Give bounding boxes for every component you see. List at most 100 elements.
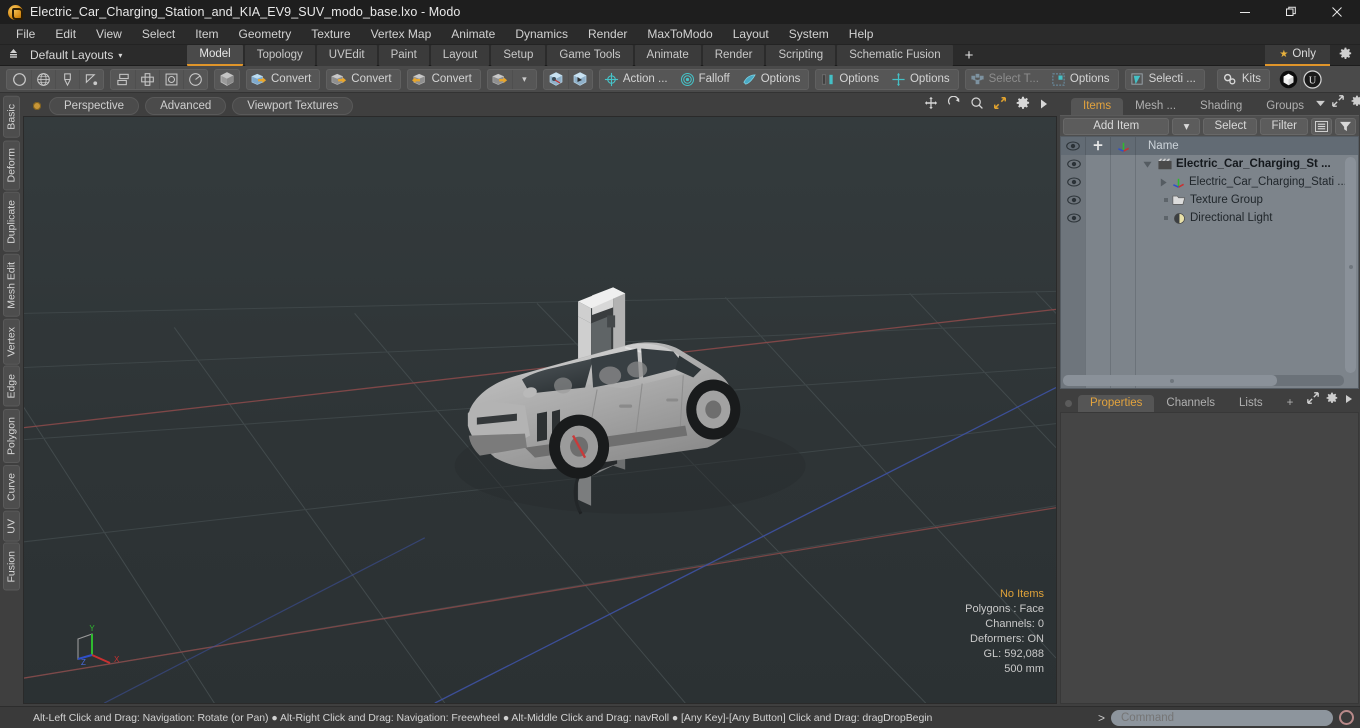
row-lock-cell[interactable]: [1086, 173, 1111, 191]
cube-tool-icon[interactable]: [215, 70, 239, 89]
row-transform-cell[interactable]: [1111, 173, 1136, 191]
menu-item-vertex-map[interactable]: Vertex Map: [361, 24, 442, 45]
layout-preset-icon[interactable]: [0, 47, 26, 63]
left-tool-tab-duplicate[interactable]: Duplicate: [3, 192, 20, 252]
menu-item-system[interactable]: System: [779, 24, 839, 45]
lock-column-icon[interactable]: [1086, 136, 1111, 156]
layout-tab-animate[interactable]: Animate: [634, 44, 701, 66]
menu-item-dynamics[interactable]: Dynamics: [505, 24, 578, 45]
filter-button[interactable]: Filter: [1260, 117, 1308, 135]
list-options-icon[interactable]: [1311, 117, 1332, 135]
visibility-column-icon[interactable]: [1061, 136, 1086, 156]
menu-item-item[interactable]: Item: [185, 24, 228, 45]
curve-tool-icon[interactable]: [79, 69, 103, 89]
left-tool-tab-edge[interactable]: Edge: [3, 366, 20, 407]
menu-item-layout[interactable]: Layout: [723, 24, 779, 45]
properties-more-icon[interactable]: [1345, 391, 1353, 409]
properties-panel-tab-channels[interactable]: Channels: [1154, 395, 1227, 412]
rotate-icon[interactable]: [947, 95, 961, 115]
bound-tool-icon[interactable]: [159, 69, 183, 89]
layout-tab-setup[interactable]: Setup: [491, 44, 546, 66]
selection-set-group[interactable]: Selecti ...: [1124, 68, 1205, 90]
unreal-export-button[interactable]: U: [1300, 69, 1324, 89]
kits-button[interactable]: Kits: [1218, 70, 1269, 89]
convert-button-3[interactable]: Convert: [408, 70, 480, 89]
left-tool-tab-mesh-edit[interactable]: Mesh Edit: [3, 253, 20, 317]
row-transform-cell[interactable]: [1111, 191, 1136, 209]
select-button[interactable]: Select: [1203, 117, 1258, 135]
items-panel-tab-mesh-[interactable]: Mesh ...: [1123, 98, 1188, 115]
layout-tab-model[interactable]: Model: [187, 44, 243, 66]
selection-set-button[interactable]: Selecti ...: [1126, 70, 1204, 89]
selection-options-button[interactable]: Options: [1047, 70, 1118, 89]
menu-item-geometry[interactable]: Geometry: [229, 24, 302, 45]
items-panel-tab-items[interactable]: Items: [1071, 98, 1124, 115]
menu-item-maxtomodo[interactable]: MaxToModo: [637, 24, 722, 45]
properties-panel-tab-properties[interactable]: Properties: [1078, 395, 1155, 412]
menu-item-render[interactable]: Render: [578, 24, 637, 45]
layout-tab-layout[interactable]: Layout: [430, 44, 490, 66]
row-transform-cell[interactable]: [1111, 155, 1136, 173]
row-visibility-icon[interactable]: [1061, 155, 1086, 173]
add-item-dropdown[interactable]: ▾: [1172, 117, 1201, 135]
items-list-row[interactable]: Directional Light: [1136, 209, 1358, 227]
menu-item-animate[interactable]: Animate: [441, 24, 505, 45]
unity-export-button[interactable]: [1276, 70, 1300, 89]
action-center-button[interactable]: Action ...: [600, 70, 676, 89]
center-tool-icon[interactable]: [135, 69, 159, 89]
kits-group[interactable]: Kits: [1216, 68, 1271, 90]
convert-button-2[interactable]: Convert: [327, 70, 399, 89]
row-lock-cell[interactable]: [1086, 155, 1111, 173]
transform-column-icon[interactable]: [1111, 136, 1136, 156]
align-tool-icon[interactable]: [111, 70, 135, 89]
sphere-tool-icon[interactable]: [7, 70, 31, 89]
add-item-button[interactable]: Add Item: [1063, 117, 1170, 135]
convert-dropdown-caret[interactable]: ▾: [511, 69, 536, 89]
left-tool-tab-fusion[interactable]: Fusion: [3, 543, 20, 591]
snap-a-button[interactable]: [544, 70, 568, 89]
properties-settings-icon[interactable]: [1326, 391, 1338, 409]
symmetry-options-button[interactable]: Options: [816, 70, 887, 89]
settings-gear-icon[interactable]: [1330, 47, 1360, 63]
properties-panel-tab-+[interactable]: +: [1275, 395, 1306, 412]
menu-item-file[interactable]: File: [6, 24, 45, 45]
row-lock-cell[interactable]: [1086, 209, 1111, 227]
minimize-button[interactable]: [1222, 0, 1268, 24]
pan-icon[interactable]: [924, 96, 938, 115]
items-panel-tab-groups[interactable]: Groups: [1254, 98, 1316, 115]
row-visibility-icon[interactable]: [1061, 191, 1086, 209]
maximize-button[interactable]: [1268, 0, 1314, 24]
panel-settings-icon[interactable]: [1351, 94, 1360, 112]
globe-tool-icon[interactable]: [31, 69, 55, 89]
left-tool-tab-deform[interactable]: Deform: [3, 139, 20, 191]
layout-preset-caret[interactable]: ▾: [113, 51, 122, 60]
tree-collapse-arrow-icon[interactable]: [1136, 160, 1158, 169]
viewport-textures-button[interactable]: Viewport Textures: [232, 96, 354, 115]
layout-tab-topology[interactable]: Topology: [244, 44, 315, 66]
tree-expand-arrow-icon[interactable]: [1136, 177, 1172, 187]
properties-content-area[interactable]: [1060, 412, 1359, 704]
left-tool-tab-basic[interactable]: Basic: [3, 96, 20, 138]
left-tool-tab-curve[interactable]: Curve: [3, 464, 20, 509]
menu-item-view[interactable]: View: [86, 24, 132, 45]
menu-item-select[interactable]: Select: [132, 24, 185, 45]
viewport-more-icon[interactable]: [1039, 97, 1049, 115]
funnel-icon[interactable]: [1335, 117, 1356, 135]
add-layout-tab-button[interactable]: +: [955, 45, 984, 66]
menu-item-edit[interactable]: Edit: [45, 24, 86, 45]
record-icon[interactable]: [1339, 710, 1354, 725]
layout-tab-scripting[interactable]: Scripting: [766, 44, 836, 66]
convert-group-2[interactable]: Convert: [326, 68, 401, 90]
items-list[interactable]: Electric_Car_Charging_St ... Electric_Car…: [1060, 155, 1359, 389]
layout-tab-render[interactable]: Render: [702, 44, 765, 66]
convert-button-1[interactable]: Convert: [247, 70, 319, 89]
layout-tab-uvedit[interactable]: UVEdit: [316, 44, 377, 66]
properties-panel-tab-lists[interactable]: Lists: [1227, 395, 1275, 412]
layout-tab-schematic-fusion[interactable]: Schematic Fusion: [837, 44, 953, 66]
close-button[interactable]: [1314, 0, 1360, 24]
panel-dropdown-icon[interactable]: [1316, 94, 1325, 112]
snap-b-button[interactable]: [567, 69, 592, 89]
tool-options-button[interactable]: Options: [738, 70, 809, 89]
only-toggle-button[interactable]: ★ Only: [1265, 44, 1330, 66]
layout-tab-paint[interactable]: Paint: [378, 44, 429, 66]
